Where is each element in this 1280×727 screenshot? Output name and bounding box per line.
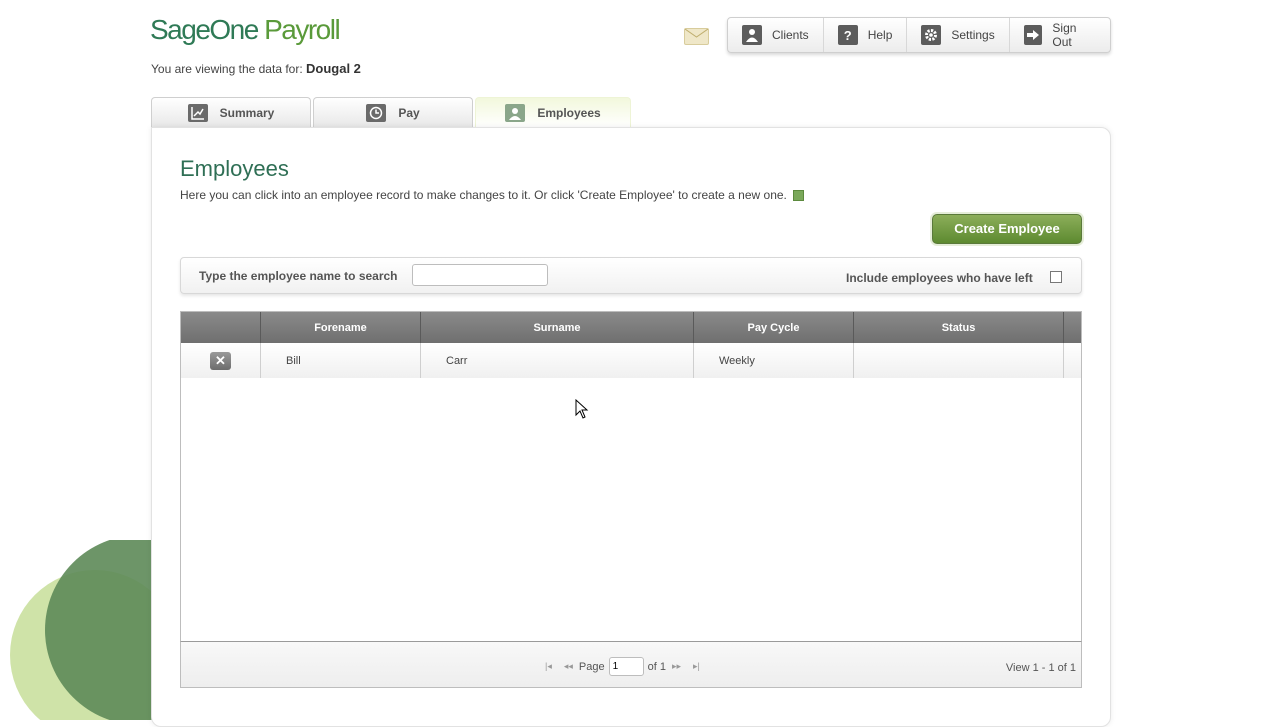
- table-pager: |◂ ◂◂ Page of 1 ▸▸ ▸| View 1 - 1 of 1: [180, 641, 1082, 688]
- page-title: Employees: [180, 156, 289, 181]
- nav-clients-button[interactable]: Clients: [728, 18, 824, 52]
- question-icon: ?: [837, 25, 858, 45]
- include-left-checkbox[interactable]: [1050, 271, 1062, 283]
- tab-pay-label: Pay: [398, 105, 420, 120]
- table-header: Forename Surname Pay Cycle Status: [181, 312, 1081, 343]
- last-page-icon[interactable]: ▸|: [693, 661, 700, 672]
- intro-text: Here you can click into an employee reco…: [180, 188, 804, 202]
- page-of-label: of 1: [647, 660, 666, 673]
- nav-clients-label: Clients: [772, 28, 809, 42]
- nav-signout-button[interactable]: Sign Out: [1010, 18, 1110, 52]
- column-header-forename[interactable]: Forename: [261, 312, 421, 343]
- info-icon[interactable]: [792, 189, 804, 201]
- pager-controls: |◂ ◂◂ Page of 1 ▸▸ ▸|: [539, 657, 706, 676]
- tab-summary-label: Summary: [219, 105, 275, 120]
- next-page-icon[interactable]: ▸▸: [672, 661, 681, 672]
- tab-summary[interactable]: Summary: [151, 97, 311, 127]
- cell-forename[interactable]: Bill: [261, 343, 421, 378]
- cell-surname[interactable]: Carr: [421, 343, 694, 378]
- page-label: Page: [578, 660, 605, 673]
- column-header-pay-cycle[interactable]: Pay Cycle: [694, 312, 854, 343]
- decorative-circles: [0, 540, 160, 720]
- top-navigation: Clients ? Help Settings Sign Out: [727, 17, 1111, 53]
- delete-icon[interactable]: ✕: [210, 351, 231, 370]
- viewing-prefix: You are viewing the data for:: [151, 62, 303, 76]
- first-page-icon[interactable]: |◂: [545, 661, 552, 672]
- people-icon: [505, 103, 526, 122]
- clock-icon: [366, 103, 387, 122]
- mouse-cursor-icon: [575, 398, 589, 424]
- search-bar: Type the employee name to search Include…: [180, 257, 1082, 294]
- search-label: Type the employee name to search: [199, 269, 398, 283]
- main-tabs: Summary Pay Employees: [151, 97, 633, 127]
- cell-pay-cycle[interactable]: Weekly: [694, 343, 854, 378]
- pager-view-count: View 1 - 1 of 1: [1005, 662, 1076, 674]
- tab-employees[interactable]: Employees: [475, 97, 631, 127]
- envelope-icon[interactable]: [684, 28, 709, 45]
- include-left-label: Include employees who have left: [846, 271, 1033, 285]
- client-name: Dougal 2: [306, 61, 361, 76]
- sageone-payroll-logo[interactable]: SageOne Payroll: [150, 14, 341, 46]
- chart-icon: [187, 103, 208, 122]
- tab-employees-label: Employees: [537, 105, 601, 120]
- viewing-client-info: You are viewing the data for: Dougal 2: [151, 61, 361, 76]
- employees-table: Forename Surname Pay Cycle Status ✕ Bill…: [180, 311, 1082, 688]
- create-employee-button[interactable]: Create Employee: [932, 214, 1082, 244]
- tab-pay[interactable]: Pay: [313, 97, 473, 127]
- intro-label: Here you can click into an employee reco…: [180, 188, 787, 202]
- cell-status[interactable]: [854, 343, 1064, 378]
- employees-panel: Employees Here you can click into an emp…: [151, 127, 1111, 727]
- nav-signout-label: Sign Out: [1052, 21, 1077, 49]
- row-action-cell: ✕: [181, 343, 261, 378]
- nav-help-button[interactable]: ? Help: [824, 18, 908, 52]
- exit-arrow-icon: [1023, 25, 1043, 45]
- table-row[interactable]: ✕ Bill Carr Weekly: [181, 343, 1081, 378]
- gear-icon: [921, 25, 942, 45]
- column-header-surname[interactable]: Surname: [421, 312, 694, 343]
- employee-search-input[interactable]: [412, 264, 548, 286]
- nav-settings-label: Settings: [951, 28, 995, 42]
- person-icon: [742, 25, 762, 45]
- column-header-status[interactable]: Status: [854, 312, 1064, 343]
- page-number-input[interactable]: [608, 657, 644, 676]
- nav-settings-button[interactable]: Settings: [907, 18, 1010, 52]
- column-header-action: [181, 312, 261, 343]
- prev-page-icon[interactable]: ◂◂: [564, 661, 573, 672]
- nav-help-label: Help: [867, 28, 893, 42]
